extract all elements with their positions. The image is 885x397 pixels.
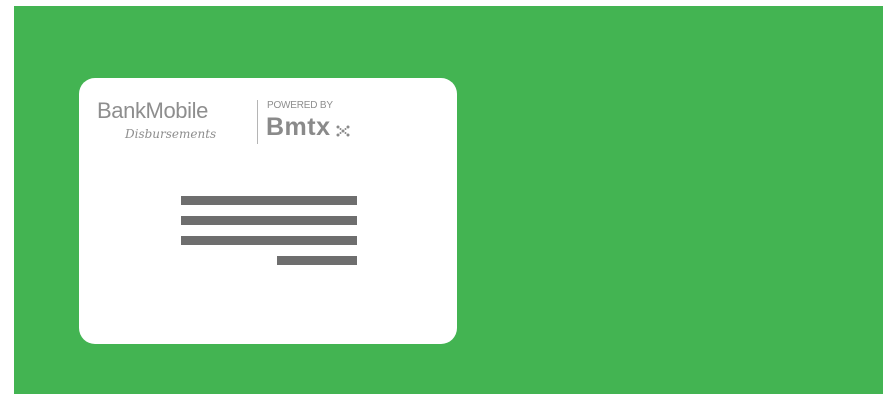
powered-by-label: POWERED BY	[267, 100, 333, 111]
logo-brand-subtitle: Disbursements	[125, 127, 217, 141]
envelope-background: BankMobile Disbursements POWERED BY Bmtx	[14, 6, 883, 394]
logo-divider	[257, 100, 258, 144]
bmtx-logo-text: Bmtx	[266, 113, 331, 141]
address-line-2	[181, 216, 357, 225]
logo-brand-name: BankMobile	[97, 98, 208, 123]
envelope-address-window: BankMobile Disbursements POWERED BY Bmtx	[79, 78, 457, 344]
bankmobile-logo: BankMobile Disbursements POWERED BY Bmtx	[97, 98, 367, 158]
address-placeholder-block	[181, 196, 357, 272]
bmtx-logo: Bmtx	[266, 115, 350, 145]
address-line-1	[181, 196, 357, 205]
address-line-4	[277, 256, 357, 265]
bmtx-x-mark-icon	[336, 125, 350, 136]
address-line-3	[181, 236, 357, 245]
